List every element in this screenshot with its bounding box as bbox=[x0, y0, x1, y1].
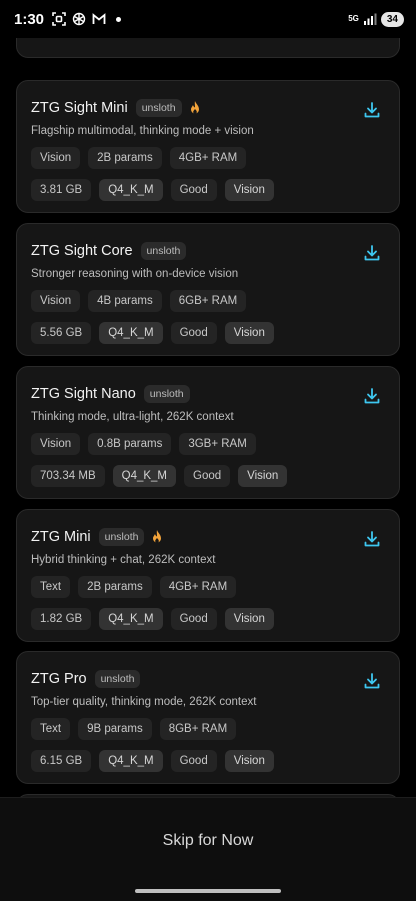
model-name: ZTG Sight Mini bbox=[31, 100, 128, 116]
ram-chip: 8GB+ RAM bbox=[159, 718, 237, 740]
flame-icon bbox=[153, 530, 162, 543]
bottom-panel: Skip for Now bbox=[0, 797, 416, 901]
gmail-icon bbox=[92, 12, 106, 26]
size-chip: 6.15 GB bbox=[31, 750, 92, 772]
openai-icon bbox=[72, 12, 86, 26]
detail-chips-row: 5.56 GB Q4_K_M Good Vision bbox=[31, 322, 385, 344]
modality-chip: Vision bbox=[31, 147, 81, 169]
download-icon[interactable] bbox=[363, 672, 381, 690]
quant-chip: Q4_K_M bbox=[99, 322, 163, 344]
battery-icon: 34 bbox=[380, 11, 404, 27]
download-icon[interactable] bbox=[363, 530, 381, 548]
provider-badge: unsloth bbox=[143, 385, 190, 403]
download-icon[interactable] bbox=[363, 101, 381, 119]
params-chip: 4B params bbox=[88, 290, 162, 312]
params-chip: 2B params bbox=[78, 576, 152, 598]
provider-badge: unsloth bbox=[140, 242, 187, 260]
model-card[interactable]: ZTG Sight Mini unsloth Flagship multimod… bbox=[16, 80, 400, 213]
model-card[interactable]: ZTG Sight Core unsloth Stronger reasonin… bbox=[16, 223, 400, 356]
modality-chip: Vision bbox=[31, 433, 81, 455]
spec-chips-row: Text 2B params 4GB+ RAM bbox=[31, 576, 385, 598]
modality-chip: Text bbox=[31, 718, 71, 740]
ram-chip: 4GB+ RAM bbox=[169, 147, 247, 169]
capability-chip: Vision bbox=[224, 322, 274, 344]
ram-chip: 3GB+ RAM bbox=[179, 433, 256, 455]
model-description: Thinking mode, ultra-light, 262K context bbox=[31, 411, 234, 423]
quality-chip: Good bbox=[170, 608, 217, 630]
more-notifications-dot bbox=[116, 16, 122, 22]
model-card-header: ZTG Sight Nano unsloth bbox=[31, 383, 385, 405]
status-time: 1:30 bbox=[14, 10, 45, 28]
quality-chip: Good bbox=[170, 179, 217, 201]
detail-chips-row: 1.82 GB Q4_K_M Good Vision bbox=[31, 608, 385, 630]
download-icon[interactable] bbox=[363, 244, 381, 262]
provider-badge: unsloth bbox=[94, 670, 141, 688]
capability-chip: Vision bbox=[224, 750, 274, 772]
quant-chip: Q4_K_M bbox=[99, 179, 163, 201]
detail-chips-row: 3.81 GB Q4_K_M Good Vision bbox=[31, 179, 385, 201]
size-chip: 5.56 GB bbox=[31, 322, 92, 344]
spec-chips-row: Vision 4B params 6GB+ RAM bbox=[31, 290, 385, 312]
model-name: ZTG Sight Nano bbox=[31, 386, 136, 402]
flame-icon bbox=[190, 101, 199, 114]
status-right: 5G 34 bbox=[348, 11, 404, 27]
model-description: Hybrid thinking + chat, 262K context bbox=[31, 554, 216, 566]
capability-chip: Vision bbox=[238, 465, 288, 487]
provider-badge: unsloth bbox=[98, 528, 145, 546]
home-indicator[interactable] bbox=[135, 889, 281, 893]
download-icon[interactable] bbox=[363, 387, 381, 405]
signal-icon bbox=[363, 12, 377, 26]
model-description: Top-tier quality, thinking mode, 262K co… bbox=[31, 696, 257, 708]
params-chip: 0.8B params bbox=[88, 433, 172, 455]
capability-chip: Vision bbox=[224, 179, 274, 201]
model-description: Flagship multimodal, thinking mode + vis… bbox=[31, 125, 254, 137]
notification-icons bbox=[52, 12, 122, 26]
model-card-header: ZTG Sight Core unsloth bbox=[31, 240, 385, 262]
modality-chip: Vision bbox=[31, 290, 81, 312]
spec-chips-row: Text 9B params 8GB+ RAM bbox=[31, 718, 385, 740]
capability-chip: Vision bbox=[224, 608, 274, 630]
model-card-header: ZTG Mini unsloth bbox=[31, 526, 385, 548]
ram-chip: 4GB+ RAM bbox=[159, 576, 237, 598]
model-card[interactable]: ZTG Mini unsloth Hybrid thinking + chat,… bbox=[16, 509, 400, 642]
quality-chip: Good bbox=[170, 322, 217, 344]
detail-chips-row: 6.15 GB Q4_K_M Good Vision bbox=[31, 750, 385, 772]
status-bar: 1:30 5G 34 bbox=[0, 0, 416, 38]
skip-button[interactable]: Skip for Now bbox=[0, 832, 416, 850]
quant-chip: Q4_K_M bbox=[112, 465, 177, 487]
model-list[interactable]: ZTG Sight Mini unsloth Flagship multimod… bbox=[0, 0, 416, 797]
model-card[interactable]: ZTG Pro unsloth Top-tier quality, thinki… bbox=[16, 651, 400, 784]
quality-chip: Good bbox=[184, 465, 231, 487]
quant-chip: Q4_K_M bbox=[99, 608, 163, 630]
model-card[interactable]: ZTG Sight Nano unsloth Thinking mode, ul… bbox=[16, 366, 400, 499]
modality-chip: Text bbox=[31, 576, 71, 598]
screenshot-icon bbox=[52, 12, 66, 26]
model-name: ZTG Pro bbox=[31, 671, 87, 687]
model-name: ZTG Sight Core bbox=[31, 243, 133, 259]
model-name: ZTG Mini bbox=[31, 529, 91, 545]
size-chip: 703.34 MB bbox=[31, 465, 105, 487]
detail-chips-row: 703.34 MB Q4_K_M Good Vision bbox=[31, 465, 385, 487]
quality-chip: Good bbox=[170, 750, 217, 772]
params-chip: 9B params bbox=[78, 718, 152, 740]
size-chip: 1.82 GB bbox=[31, 608, 92, 630]
model-description: Stronger reasoning with on-device vision bbox=[31, 268, 239, 280]
model-card-header: ZTG Pro unsloth bbox=[31, 668, 385, 690]
quant-chip: Q4_K_M bbox=[99, 750, 163, 772]
provider-badge: unsloth bbox=[135, 99, 182, 117]
network-type: 5G bbox=[348, 14, 359, 23]
model-card-header: ZTG Sight Mini unsloth bbox=[31, 97, 385, 119]
ram-chip: 6GB+ RAM bbox=[169, 290, 247, 312]
spec-chips-row: Vision 0.8B params 3GB+ RAM bbox=[31, 433, 385, 455]
spec-chips-row: Vision 2B params 4GB+ RAM bbox=[31, 147, 385, 169]
params-chip: 2B params bbox=[88, 147, 162, 169]
size-chip: 3.81 GB bbox=[31, 179, 92, 201]
